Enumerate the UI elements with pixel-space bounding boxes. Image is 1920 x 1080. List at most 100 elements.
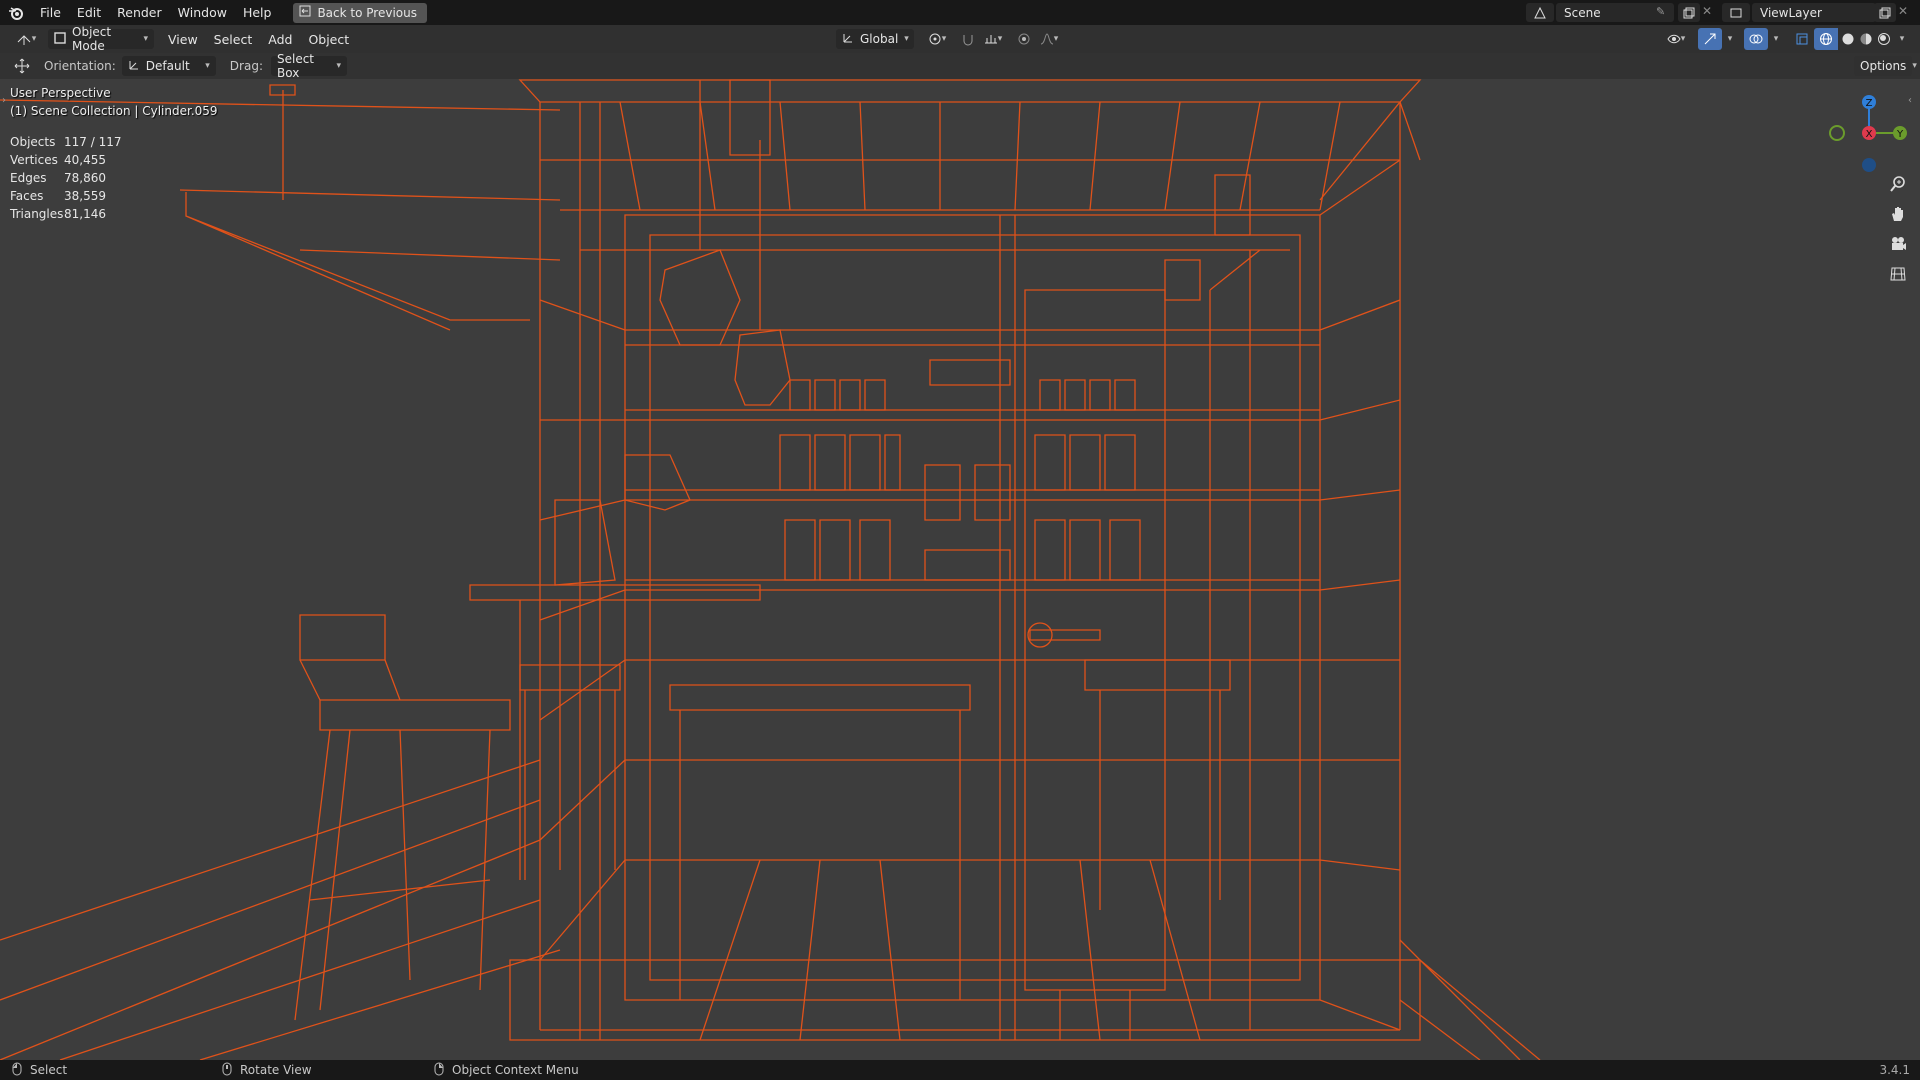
viewlayer-selector-icon[interactable]	[1722, 3, 1750, 22]
drag-dropdown[interactable]: Select Box ▾	[270, 52, 347, 80]
snap-toggle-icon[interactable]	[956, 28, 980, 50]
stat-value: 38,559	[64, 189, 106, 203]
menu-select[interactable]: Select	[206, 27, 261, 52]
viewlayer-name: ViewLayer	[1760, 5, 1822, 20]
viewport-header: ▾ Object Mode ▾ View Select Add Object G…	[0, 25, 1920, 53]
scene-selector-icon[interactable]	[1526, 3, 1554, 22]
mouse-right-icon	[434, 1062, 444, 1079]
xray-toggle-icon[interactable]	[1790, 28, 1814, 50]
version-label: 3.4.1	[1879, 1063, 1910, 1077]
stat-value: 81,146	[64, 207, 106, 221]
mouse-middle-icon	[222, 1062, 232, 1079]
transform-orientation-dropdown[interactable]: Global ▾	[836, 29, 914, 49]
neg-z-axis-handle[interactable]	[1862, 158, 1876, 172]
menu-add[interactable]: Add	[260, 27, 300, 52]
perspective-toggle-icon[interactable]	[1884, 260, 1912, 288]
delete-scene-icon[interactable]: ✕	[1702, 4, 1712, 18]
blender-logo-icon[interactable]	[0, 0, 32, 25]
snap-target-icon[interactable]: ▾	[978, 28, 1008, 50]
tool-settings-bar: Orientation: Default ▾ Drag: Select Box …	[0, 52, 1920, 80]
menu-help[interactable]: Help	[235, 0, 280, 25]
status-rotate: Rotate View	[222, 1062, 312, 1079]
mode-dropdown[interactable]: Object Mode ▾	[48, 25, 154, 53]
stat-row: Faces 38,559	[10, 187, 121, 205]
orientation-dropdown[interactable]: Default ▾	[121, 56, 216, 76]
stat-value: 78,860	[64, 171, 106, 185]
menu-render[interactable]: Render	[109, 0, 170, 25]
scene-statistics: Objects 117 / 117 Vertices 40,455 Edges 78,…	[10, 133, 121, 223]
wireframe-scene	[0, 79, 1541, 1060]
chevron-down-icon: ▾	[143, 34, 148, 44]
menu-window[interactable]: Window	[170, 0, 235, 25]
menu-file[interactable]: File	[32, 0, 69, 25]
status-context-label: Object Context Menu	[452, 1063, 579, 1077]
stat-label: Vertices	[10, 153, 58, 167]
pivot-point-icon[interactable]: ▾	[922, 28, 952, 50]
options-dropdown[interactable]: Options ▾	[1854, 56, 1917, 76]
orientation-label: Orientation:	[44, 59, 116, 73]
new-viewlayer-icon[interactable]	[1874, 3, 1896, 22]
back-to-previous-button[interactable]: Back to Previous	[293, 2, 427, 23]
gizmo-x-label: X	[1866, 129, 1873, 140]
new-scene-icon[interactable]	[1678, 3, 1700, 22]
status-select-label: Select	[30, 1063, 68, 1077]
stat-row: Triangles 81,146	[10, 205, 121, 223]
stat-value: 117 / 117	[64, 135, 122, 149]
navigation-gizmo[interactable]: Z Y X	[1824, 85, 1914, 175]
move-tool-icon[interactable]	[10, 55, 34, 77]
object-mode-icon	[54, 31, 66, 47]
toolbar-toggle-icon[interactable]: ›	[2, 95, 6, 106]
delete-viewlayer-icon[interactable]: ✕	[1898, 4, 1908, 18]
drag-value: Select Box	[276, 52, 315, 80]
axis-icon	[842, 32, 854, 47]
stat-label: Edges	[10, 171, 47, 185]
axis-icon	[128, 59, 140, 74]
chevron-down-icon: ▾	[205, 61, 210, 71]
neg-y-axis-handle[interactable]	[1829, 125, 1845, 141]
chevron-down-icon: ▾	[1912, 61, 1917, 71]
menu-object[interactable]: Object	[300, 27, 357, 52]
back-icon	[299, 5, 311, 20]
chevron-down-icon: ▾	[904, 34, 909, 44]
pin-icon[interactable]: ✎	[1656, 5, 1665, 18]
gizmo-y-label: Y	[1896, 129, 1904, 140]
status-bar: Select Rotate View Object Context Menu 3…	[0, 1060, 1920, 1080]
3d-viewport[interactable]: User Perspective (1) Scene Collection | …	[0, 79, 1920, 1060]
gizmo-dropdown-icon[interactable]: ▾	[1722, 28, 1738, 50]
pan-hand-icon[interactable]	[1884, 200, 1912, 228]
stat-label: Objects	[10, 135, 56, 149]
status-rotate-label: Rotate View	[240, 1063, 312, 1077]
material-shading-icon[interactable]	[1856, 28, 1876, 50]
stat-label: Faces	[10, 189, 44, 203]
overlays-dropdown-icon[interactable]: ▾	[1768, 28, 1784, 50]
visibility-icon[interactable]: ▾	[1660, 28, 1692, 50]
perspective-label: User Perspective	[10, 86, 111, 100]
falloff-icon[interactable]: ▾	[1034, 28, 1064, 50]
stat-value: 40,455	[64, 153, 106, 167]
menu-view[interactable]: View	[160, 27, 206, 52]
menu-edit[interactable]: Edit	[69, 0, 109, 25]
gizmo-z-label: Z	[1866, 98, 1873, 109]
solid-shading-icon[interactable]	[1838, 28, 1858, 50]
mode-label: Object Mode	[72, 25, 112, 53]
zoom-icon[interactable]	[1884, 170, 1912, 198]
rendered-shading-icon[interactable]	[1874, 28, 1894, 50]
transform-label: Global	[860, 32, 899, 46]
sidebar-toggle-icon[interactable]: ‹	[1908, 95, 1912, 106]
wireframe-shading-icon[interactable]	[1814, 28, 1838, 50]
gizmo-toggle-icon[interactable]	[1698, 28, 1722, 50]
editor-type-icon[interactable]: ▾	[10, 28, 42, 50]
overlays-toggle-icon[interactable]	[1744, 28, 1768, 50]
back-to-previous-label: Back to Previous	[317, 5, 417, 20]
top-menu-bar: File Edit Render Window Help Back to Pre…	[0, 0, 1920, 25]
orientation-value: Default	[145, 59, 190, 73]
proportional-edit-icon[interactable]	[1012, 28, 1036, 50]
collection-label: (1) Scene Collection | Cylinder.059	[10, 104, 218, 118]
viewlayer-name-field[interactable]: ViewLayer	[1752, 3, 1876, 22]
scene-name: Scene	[1564, 5, 1601, 20]
shading-dropdown-icon[interactable]: ▾	[1894, 28, 1910, 50]
chevron-down-icon: ▾	[336, 61, 341, 71]
camera-icon[interactable]	[1884, 230, 1912, 258]
options-label: Options	[1860, 59, 1907, 73]
stat-row: Objects 117 / 117	[10, 133, 121, 151]
